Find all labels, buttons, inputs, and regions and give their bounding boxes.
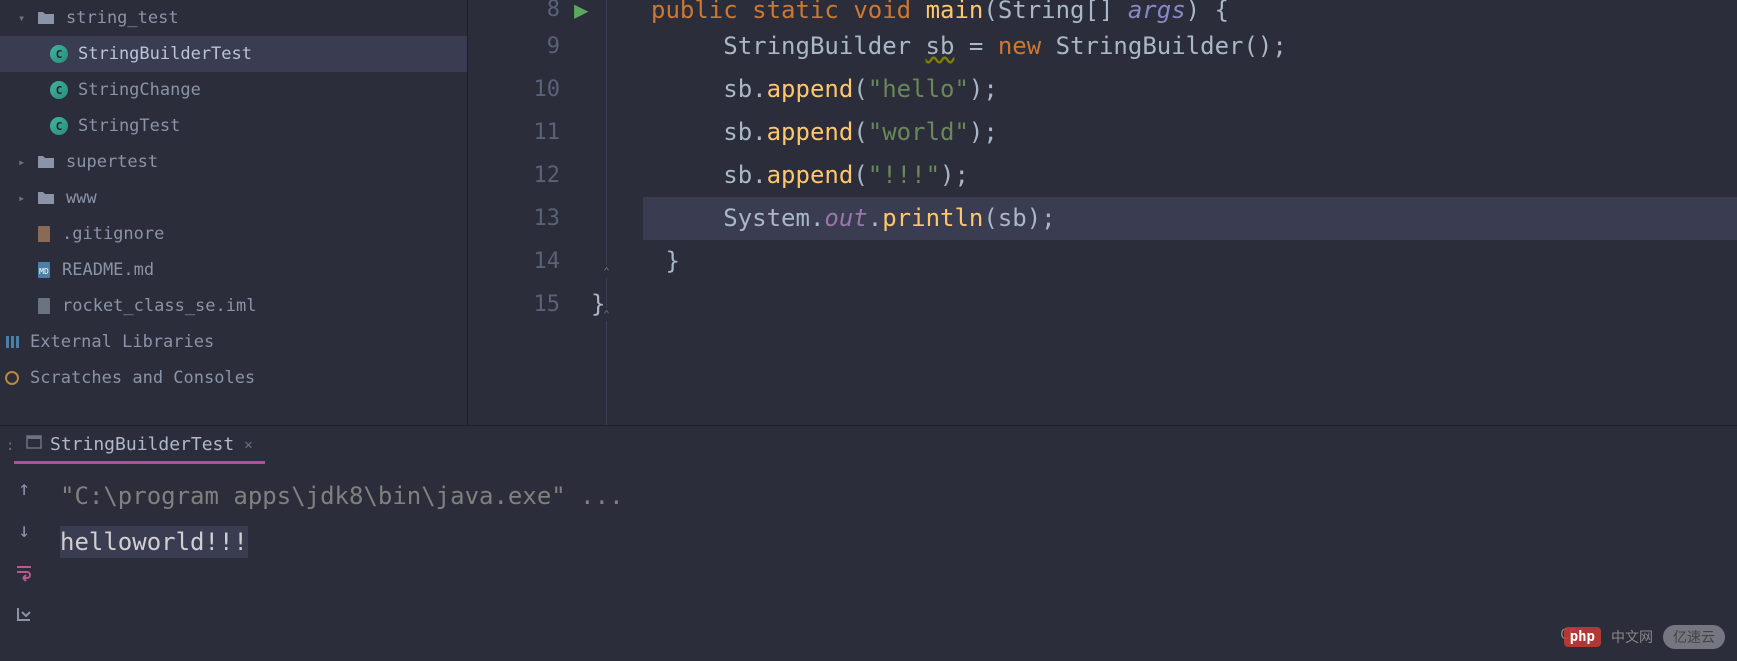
- tree-class-stringchange[interactable]: C StringChange: [0, 72, 467, 108]
- code-line[interactable]: sb.append("!!!");: [643, 154, 1737, 197]
- code-line[interactable]: public static void main(String[] args) {: [643, 0, 1737, 25]
- code-editor[interactable]: 8 9 10 11 12 13 14 15 ▶ ⌃ ⌃ public stati…: [468, 0, 1737, 425]
- class-icon: C: [50, 45, 68, 63]
- line-number: 14: [468, 240, 578, 283]
- tree-external-libraries[interactable]: External Libraries: [0, 324, 467, 360]
- run-tab-label: StringBuilderTest: [50, 434, 234, 455]
- tree-item-label: Scratches and Consoles: [30, 368, 255, 388]
- tree-item-label: rocket_class_se.iml: [62, 296, 256, 316]
- tree-item-label: StringTest: [78, 116, 180, 136]
- svg-text:MD: MD: [39, 267, 49, 276]
- tree-file-gitignore[interactable]: .gitignore: [0, 216, 467, 252]
- library-icon: [4, 334, 20, 350]
- scroll-to-end-button[interactable]: [10, 600, 38, 628]
- code-line[interactable]: sb.append("world");: [643, 111, 1737, 154]
- tree-class-stringbuildertest[interactable]: C StringBuilderTest: [0, 36, 467, 72]
- tree-item-label: README.md: [62, 260, 154, 280]
- line-number: 12: [468, 154, 578, 197]
- tree-item-label: External Libraries: [30, 332, 214, 352]
- project-tree[interactable]: ▾ string_test C StringBuilderTest C Stri…: [0, 0, 468, 425]
- console-command: "C:\program apps\jdk8\bin\java.exe" ...: [60, 474, 1725, 520]
- application-icon: [26, 434, 42, 455]
- run-panel: : StringBuilderTest ✕ ↑ ↓ "C:\program ap…: [0, 425, 1737, 661]
- fold-mark-close-icon[interactable]: ⌃: [600, 308, 613, 321]
- line-number: 10: [468, 68, 578, 111]
- gitignore-icon: [36, 225, 52, 243]
- console-output[interactable]: "C:\program apps\jdk8\bin\java.exe" ... …: [48, 466, 1737, 661]
- tree-item-label: .gitignore: [62, 224, 164, 244]
- close-icon[interactable]: ✕: [244, 437, 252, 453]
- code-area[interactable]: public static void main(String[] args) {…: [643, 0, 1737, 425]
- tree-folder-supertest[interactable]: ▸ supertest: [0, 144, 467, 180]
- tree-file-iml[interactable]: rocket_class_se.iml: [0, 288, 467, 324]
- line-number: 11: [468, 111, 578, 154]
- folder-icon: [36, 10, 56, 26]
- tree-folder-string-test[interactable]: ▾ string_test: [0, 0, 467, 36]
- iml-icon: [36, 297, 52, 315]
- tree-item-label: string_test: [66, 8, 179, 28]
- tree-class-stringtest[interactable]: C StringTest: [0, 108, 467, 144]
- tree-item-label: StringBuilderTest: [78, 44, 252, 64]
- class-icon: C: [50, 81, 68, 99]
- folder-icon: [36, 154, 56, 170]
- tree-item-label: www: [66, 188, 97, 208]
- code-line[interactable]: System.out.println(sb);: [643, 197, 1737, 240]
- code-line[interactable]: StringBuilder sb = new StringBuilder();: [643, 25, 1737, 68]
- class-icon: C: [50, 117, 68, 135]
- run-tab[interactable]: StringBuilderTest ✕: [14, 428, 265, 464]
- watermark-cs: CS: [1560, 627, 1577, 643]
- code-line[interactable]: sb.append("hello");: [643, 68, 1737, 111]
- scroll-down-button[interactable]: ↓: [10, 516, 38, 544]
- line-number: 15: [468, 283, 578, 326]
- tree-scratches[interactable]: Scratches and Consoles: [0, 360, 467, 396]
- tree-file-readme[interactable]: MD README.md: [0, 252, 467, 288]
- scratches-icon: [4, 370, 20, 386]
- scroll-up-button[interactable]: ↑: [10, 474, 38, 502]
- line-number: 8: [468, 0, 578, 25]
- code-line[interactable]: }: [643, 283, 1737, 326]
- folder-icon: [36, 190, 56, 206]
- soft-wrap-button[interactable]: [10, 558, 38, 586]
- run-tabs: : StringBuilderTest ✕: [0, 426, 1737, 466]
- line-number: 9: [468, 25, 578, 68]
- fold-gutter: ⌃ ⌃: [598, 0, 643, 425]
- run-gutter: ▶: [578, 0, 598, 425]
- console-output-line: helloworld!!!: [60, 520, 1725, 566]
- chevron-right-icon: ▸: [18, 191, 36, 205]
- chevron-right-icon: ▸: [18, 155, 36, 169]
- run-toolbar: ↑ ↓: [0, 466, 48, 661]
- tree-item-label: StringChange: [78, 80, 201, 100]
- markdown-icon: MD: [36, 261, 52, 279]
- chevron-down-icon: ▾: [18, 11, 36, 25]
- line-number-gutter: 8 9 10 11 12 13 14 15: [468, 0, 578, 425]
- fold-mark-close-icon[interactable]: ⌃: [600, 265, 613, 278]
- code-line[interactable]: }: [643, 240, 1737, 283]
- line-number: 13: [468, 197, 578, 240]
- tree-item-label: supertest: [66, 152, 158, 172]
- tree-folder-www[interactable]: ▸ www: [0, 180, 467, 216]
- run-icon[interactable]: ▶: [574, 0, 588, 24]
